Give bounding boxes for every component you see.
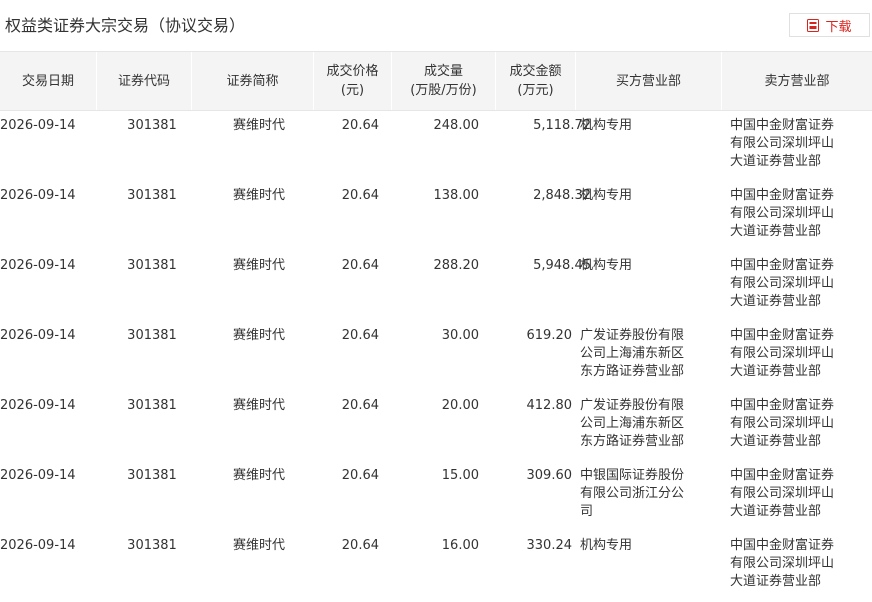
table-row: 2026-09-14 301381 赛维时代 20.64 288.20 5,94… (0, 251, 872, 321)
cell-seller-branch: 中国中金财富证券有限公司深圳坪山大道证券营业部 (730, 398, 835, 449)
cell-security-name: 赛维时代 (232, 188, 285, 203)
cell-volume: 288.20 (433, 258, 480, 273)
cell-security-code: 301381 (127, 328, 177, 343)
cell-volume: 20.00 (441, 398, 479, 413)
cell-security-code: 301381 (127, 188, 177, 203)
cell-buyer-branch: 机构专用 (580, 118, 633, 133)
header-buyer-branch[interactable]: 买方营业部 (576, 52, 722, 110)
download-icon (807, 18, 820, 32)
cell-amount: 5,118.72 (533, 118, 591, 133)
table-row: 2026-09-14 301381 赛维时代 20.64 15.00 309.6… (0, 461, 872, 531)
cell-seller-branch: 中国中金财富证券有限公司深圳坪山大道证券营业部 (730, 538, 835, 589)
cell-volume: 16.00 (441, 538, 479, 553)
table-row: 2026-09-14 301381 赛维时代 20.64 138.00 2,84… (0, 181, 872, 251)
cell-seller-branch: 中国中金财富证券有限公司深圳坪山大道证券营业部 (730, 188, 835, 239)
cell-amount: 309.60 (526, 468, 573, 483)
cell-security-code: 301381 (127, 538, 177, 553)
cell-amount: 2,848.32 (533, 188, 591, 203)
cell-buyer-branch: 中银国际证券股份有限公司浙江分公司 (580, 468, 685, 519)
cell-price: 20.64 (341, 328, 379, 343)
cell-buyer-branch: 广发证券股份有限公司上海浦东新区东方路证券营业部 (580, 328, 685, 379)
cell-price: 20.64 (341, 118, 379, 133)
download-label: 下载 (825, 19, 852, 35)
cell-buyer-branch: 机构专用 (580, 258, 633, 273)
cell-trade-date: 2026-09-14 (0, 468, 76, 483)
cell-seller-branch: 中国中金财富证券有限公司深圳坪山大道证券营业部 (730, 118, 835, 169)
cell-price: 20.64 (341, 538, 379, 553)
header-trade-date[interactable]: 交易日期 (0, 52, 97, 110)
cell-security-name: 赛维时代 (232, 328, 285, 343)
cell-amount: 619.20 (526, 328, 573, 343)
cell-trade-date: 2026-09-14 (0, 258, 76, 273)
cell-trade-date: 2026-09-14 (0, 538, 76, 553)
title-bar: 权益类证券大宗交易（协议交易） 下载 (0, 0, 872, 50)
cell-buyer-branch: 广发证券股份有限公司上海浦东新区东方路证券营业部 (580, 398, 685, 449)
table-row: 2026-09-14 301381 赛维时代 20.64 20.00 412.8… (0, 391, 872, 461)
table-row: 2026-09-14 301381 赛维时代 20.64 30.00 619.2… (0, 321, 872, 391)
cell-amount: 330.24 (526, 538, 573, 553)
header-security-code[interactable]: 证券代码 (97, 52, 192, 110)
header-seller-branch[interactable]: 卖方营业部 (722, 52, 872, 110)
cell-price: 20.64 (341, 188, 379, 203)
cell-security-code: 301381 (127, 258, 177, 273)
cell-security-name: 赛维时代 (232, 118, 285, 133)
cell-volume: 30.00 (441, 328, 479, 343)
cell-security-code: 301381 (127, 398, 177, 413)
cell-buyer-branch: 机构专用 (580, 188, 633, 203)
header-volume[interactable]: 成交量 (万股/万份) (392, 52, 496, 110)
cell-trade-date: 2026-09-14 (0, 188, 76, 203)
page-title: 权益类证券大宗交易（协议交易） (5, 16, 246, 35)
download-button[interactable]: 下载 (789, 13, 870, 37)
cell-security-name: 赛维时代 (232, 538, 285, 553)
cell-seller-branch: 中国中金财富证券有限公司深圳坪山大道证券营业部 (730, 468, 835, 519)
cell-security-code: 301381 (127, 468, 177, 483)
cell-amount: 412.80 (526, 398, 573, 413)
cell-seller-branch: 中国中金财富证券有限公司深圳坪山大道证券营业部 (730, 328, 835, 379)
cell-security-code: 301381 (127, 118, 177, 133)
cell-security-name: 赛维时代 (232, 398, 285, 413)
cell-volume: 248.00 (433, 118, 480, 133)
header-amount[interactable]: 成交金额 (万元) (496, 52, 576, 110)
cell-security-name: 赛维时代 (232, 468, 285, 483)
table-row: 2026-09-14 301381 赛维时代 20.64 248.00 5,11… (0, 111, 872, 181)
cell-trade-date: 2026-09-14 (0, 398, 76, 413)
header-price[interactable]: 成交价格 (元) (314, 52, 392, 110)
cell-seller-branch: 中国中金财富证券有限公司深圳坪山大道证券营业部 (730, 258, 835, 309)
cell-volume: 138.00 (433, 188, 480, 203)
cell-security-name: 赛维时代 (232, 258, 285, 273)
cell-volume: 15.00 (441, 468, 479, 483)
cell-buyer-branch: 机构专用 (580, 538, 633, 553)
cell-trade-date: 2026-09-14 (0, 328, 76, 343)
cell-price: 20.64 (341, 258, 379, 273)
cell-trade-date: 2026-09-14 (0, 118, 76, 133)
cell-price: 20.64 (341, 398, 379, 413)
table-row: 2026-09-14 301381 赛维时代 20.64 16.00 330.2… (0, 531, 872, 601)
cell-price: 20.64 (341, 468, 379, 483)
cell-amount: 5,948.45 (533, 258, 591, 273)
table-header: 交易日期 证券代码 证券简称 成交价格 (元) 成交量 (万股/万份) 成交金额… (0, 51, 872, 111)
header-security-name[interactable]: 证券简称 (192, 52, 314, 110)
